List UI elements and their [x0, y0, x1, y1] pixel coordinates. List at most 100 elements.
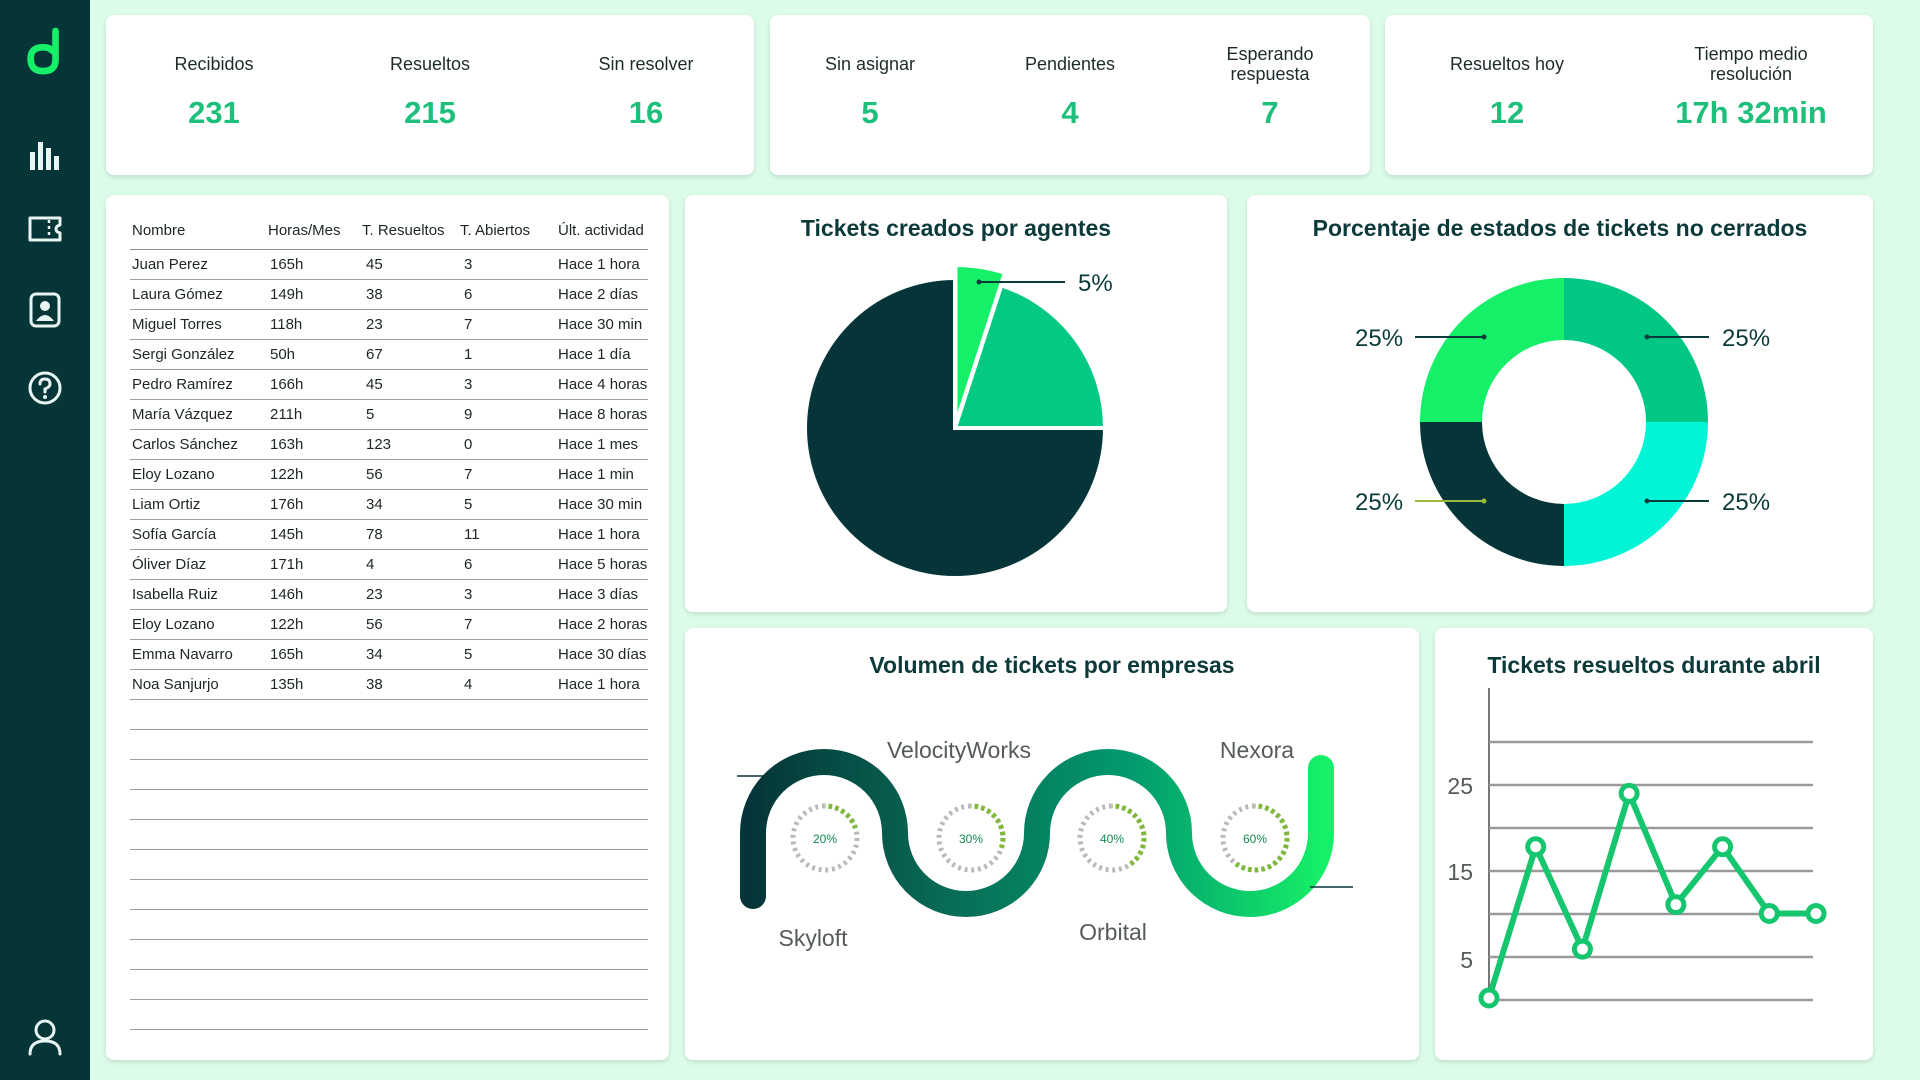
empty-cell	[130, 759, 648, 790]
table-cell: 166h	[266, 369, 360, 400]
y-tick-label: 25	[1447, 773, 1473, 799]
table-cell: 145h	[266, 519, 360, 550]
table-row[interactable]: Noa Sanjurjo 135h 38 4 Hace 1 hora	[130, 669, 648, 700]
table-cell: 7	[458, 609, 556, 640]
line-point[interactable]	[1618, 782, 1640, 804]
donut-label-dot	[1481, 498, 1487, 504]
table-cell: Sofía García	[130, 519, 266, 550]
table-cell: 7	[458, 309, 556, 340]
table-row[interactable]: Isabella Ruiz 146h 23 3 Hace 3 días	[130, 579, 648, 610]
line-point[interactable]	[1571, 938, 1593, 960]
column-header[interactable]: T. Resueltos	[360, 213, 458, 250]
column-header[interactable]: T. Abiertos	[458, 213, 556, 250]
contact-icon[interactable]	[23, 288, 67, 332]
company-percent-label: 40%	[1100, 832, 1124, 846]
y-tick-label: 15	[1447, 859, 1473, 885]
table-cell: 5	[458, 489, 556, 520]
kpi-label: Sin asignar	[824, 54, 916, 74]
table-cell: 3	[458, 579, 556, 610]
table-row[interactable]: Liam Ortiz 176h 34 5 Hace 30 min	[130, 489, 648, 520]
table-row[interactable]: Miguel Torres 118h 23 7 Hace 30 min	[130, 309, 648, 340]
empty-cell	[130, 969, 648, 1000]
table-cell: 123	[360, 429, 458, 460]
donut-segment-label: 25%	[1355, 325, 1403, 352]
column-header[interactable]: Nombre	[130, 213, 266, 250]
table-cell: 50h	[266, 339, 360, 370]
table-cell: 165h	[266, 249, 360, 280]
empty-table-row	[130, 699, 648, 730]
donut-segment[interactable]	[1564, 422, 1708, 566]
line-point[interactable]	[1478, 987, 1500, 1009]
kpi-value: 17h 32min	[1675, 95, 1827, 130]
table-cell: 171h	[266, 549, 360, 580]
line-point[interactable]	[1665, 894, 1687, 916]
table-row[interactable]: Pedro Ramírez 166h 45 3 Hace 4 horas	[130, 369, 648, 400]
table-cell: Óliver Díaz	[130, 549, 266, 580]
line-chart: 25 15 5	[1447, 688, 1827, 1009]
user-icon[interactable]	[23, 1015, 67, 1059]
table-cell: 23	[360, 579, 458, 610]
table-cell: 176h	[266, 489, 360, 520]
kpi-value: 12	[1489, 95, 1525, 130]
line-point[interactable]	[1712, 836, 1734, 858]
table-row[interactable]: María Vázquez 211h 5 9 Hace 8 horas	[130, 399, 648, 430]
company-name-label: Nexora	[1220, 737, 1294, 763]
column-header[interactable]: Horas/Mes	[266, 213, 360, 250]
table-cell: Hace 2 días	[556, 279, 648, 310]
kpi-pending: Pendientes 4	[970, 15, 1170, 175]
table-row[interactable]: Emma Navarro 165h 34 5 Hace 30 días	[130, 639, 648, 670]
donut-segment[interactable]	[1420, 278, 1564, 422]
table-cell: Juan Perez	[130, 249, 266, 280]
table-cell: 67	[360, 339, 458, 370]
empty-table-row	[130, 909, 648, 940]
table-cell: 122h	[266, 459, 360, 490]
column-header[interactable]: Últ. actividad	[556, 213, 648, 250]
donut-label-dot	[1644, 498, 1650, 504]
donut-segment[interactable]	[1420, 422, 1564, 566]
donut-label-dot	[1644, 334, 1650, 340]
table-cell: 34	[360, 639, 458, 670]
table-row[interactable]: Eloy Lozano 122h 56 7 Hace 1 min	[130, 459, 648, 490]
empty-table-row	[130, 939, 648, 970]
kpi-label: Pendientes	[1024, 54, 1116, 74]
logo-icon[interactable]	[23, 27, 67, 75]
kpi-awaiting-response: Esperando respuesta 7	[1170, 15, 1370, 175]
kpi-label: Tiempo medio resolución	[1694, 44, 1808, 84]
table-cell: Hace 1 día	[556, 339, 648, 370]
table-row[interactable]: Óliver Díaz 171h 4 6 Hace 5 horas	[130, 549, 648, 580]
table-row[interactable]: Juan Perez 165h 45 3 Hace 1 hora	[130, 249, 648, 280]
table-cell: Hace 30 min	[556, 309, 648, 340]
agents-table-card: Nombre Horas/Mes T. Resueltos T. Abierto…	[106, 195, 669, 1060]
line-chart-card: Tickets resueltos durante abril 25 15 5	[1435, 628, 1873, 1060]
kpi-value: 16	[628, 95, 664, 130]
kpi-unassigned: Sin asignar 5	[770, 15, 970, 175]
chart-icon[interactable]	[23, 133, 67, 177]
line-point[interactable]	[1525, 836, 1547, 858]
table-row[interactable]: Carlos Sánchez 163h 123 0 Hace 1 mes	[130, 429, 648, 460]
empty-table-row	[130, 819, 648, 850]
table-row[interactable]: Eloy Lozano 122h 56 7 Hace 2 horas	[130, 609, 648, 640]
table-row[interactable]: Sofía García 145h 78 11 Hace 1 hora	[130, 519, 648, 550]
table-cell: 23	[360, 309, 458, 340]
company-percent-label: 30%	[959, 832, 983, 846]
kpi-label: Resueltos hoy	[1449, 54, 1565, 74]
kpi-unresolved: Sin resolver 16	[538, 15, 754, 175]
help-icon[interactable]	[23, 366, 67, 410]
kpi-value: 5	[861, 95, 879, 130]
table-cell: Hace 5 horas	[556, 549, 648, 580]
empty-cell	[130, 999, 648, 1030]
line-point[interactable]	[1758, 902, 1780, 924]
table-cell: 56	[360, 459, 458, 490]
table-cell: Hace 1 mes	[556, 429, 648, 460]
ticket-icon[interactable]	[23, 207, 67, 251]
table-cell: Miguel Torres	[130, 309, 266, 340]
table-row[interactable]: Sergi González 50h 67 1 Hace 1 día	[130, 339, 648, 370]
table-cell: 149h	[266, 279, 360, 310]
table-cell: Isabella Ruiz	[130, 579, 266, 610]
table-cell: 163h	[266, 429, 360, 460]
donut-chart-card: Porcentaje de estados de tickets no cerr…	[1247, 195, 1873, 612]
donut-segment[interactable]	[1564, 278, 1708, 422]
kpi-received: Recibidos 231	[106, 15, 322, 175]
table-row[interactable]: Laura Gómez 149h 38 6 Hace 2 días	[130, 279, 648, 310]
line-point[interactable]	[1805, 902, 1827, 924]
